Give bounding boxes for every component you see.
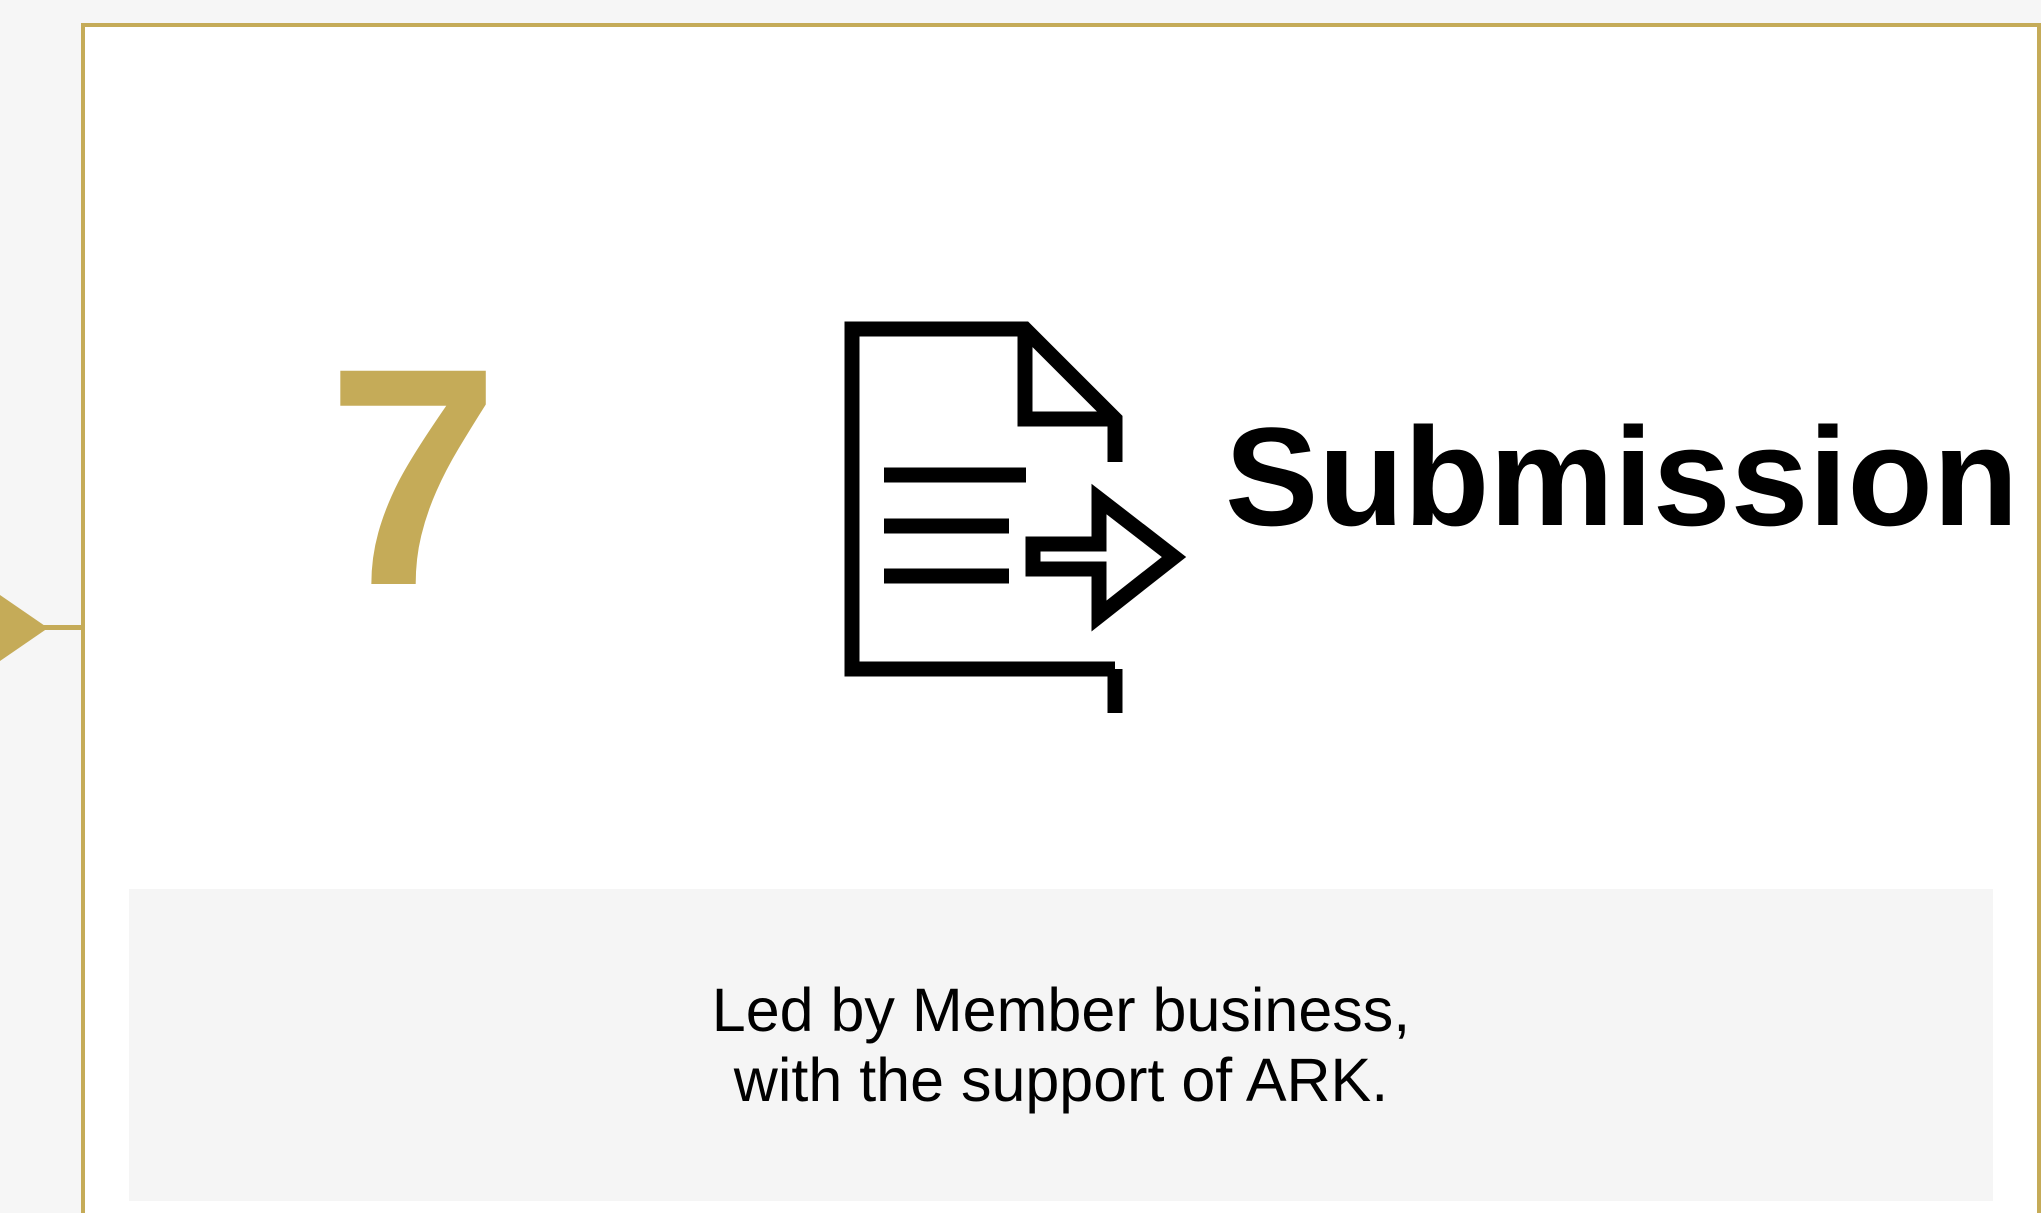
step-title: Submission: [1225, 398, 2019, 555]
description-line-2: with the support of ARK.: [733, 1046, 1389, 1114]
step-number: 7: [327, 303, 500, 650]
description-line-1: Led by Member business,: [711, 976, 1411, 1044]
description-panel: Led by Member business, with the support…: [129, 889, 1993, 1201]
document-arrow-icon: [844, 321, 1187, 713]
incoming-connector-line: [40, 625, 83, 630]
step-card: 7 Submission Led by Member business, wit…: [81, 23, 2041, 1213]
